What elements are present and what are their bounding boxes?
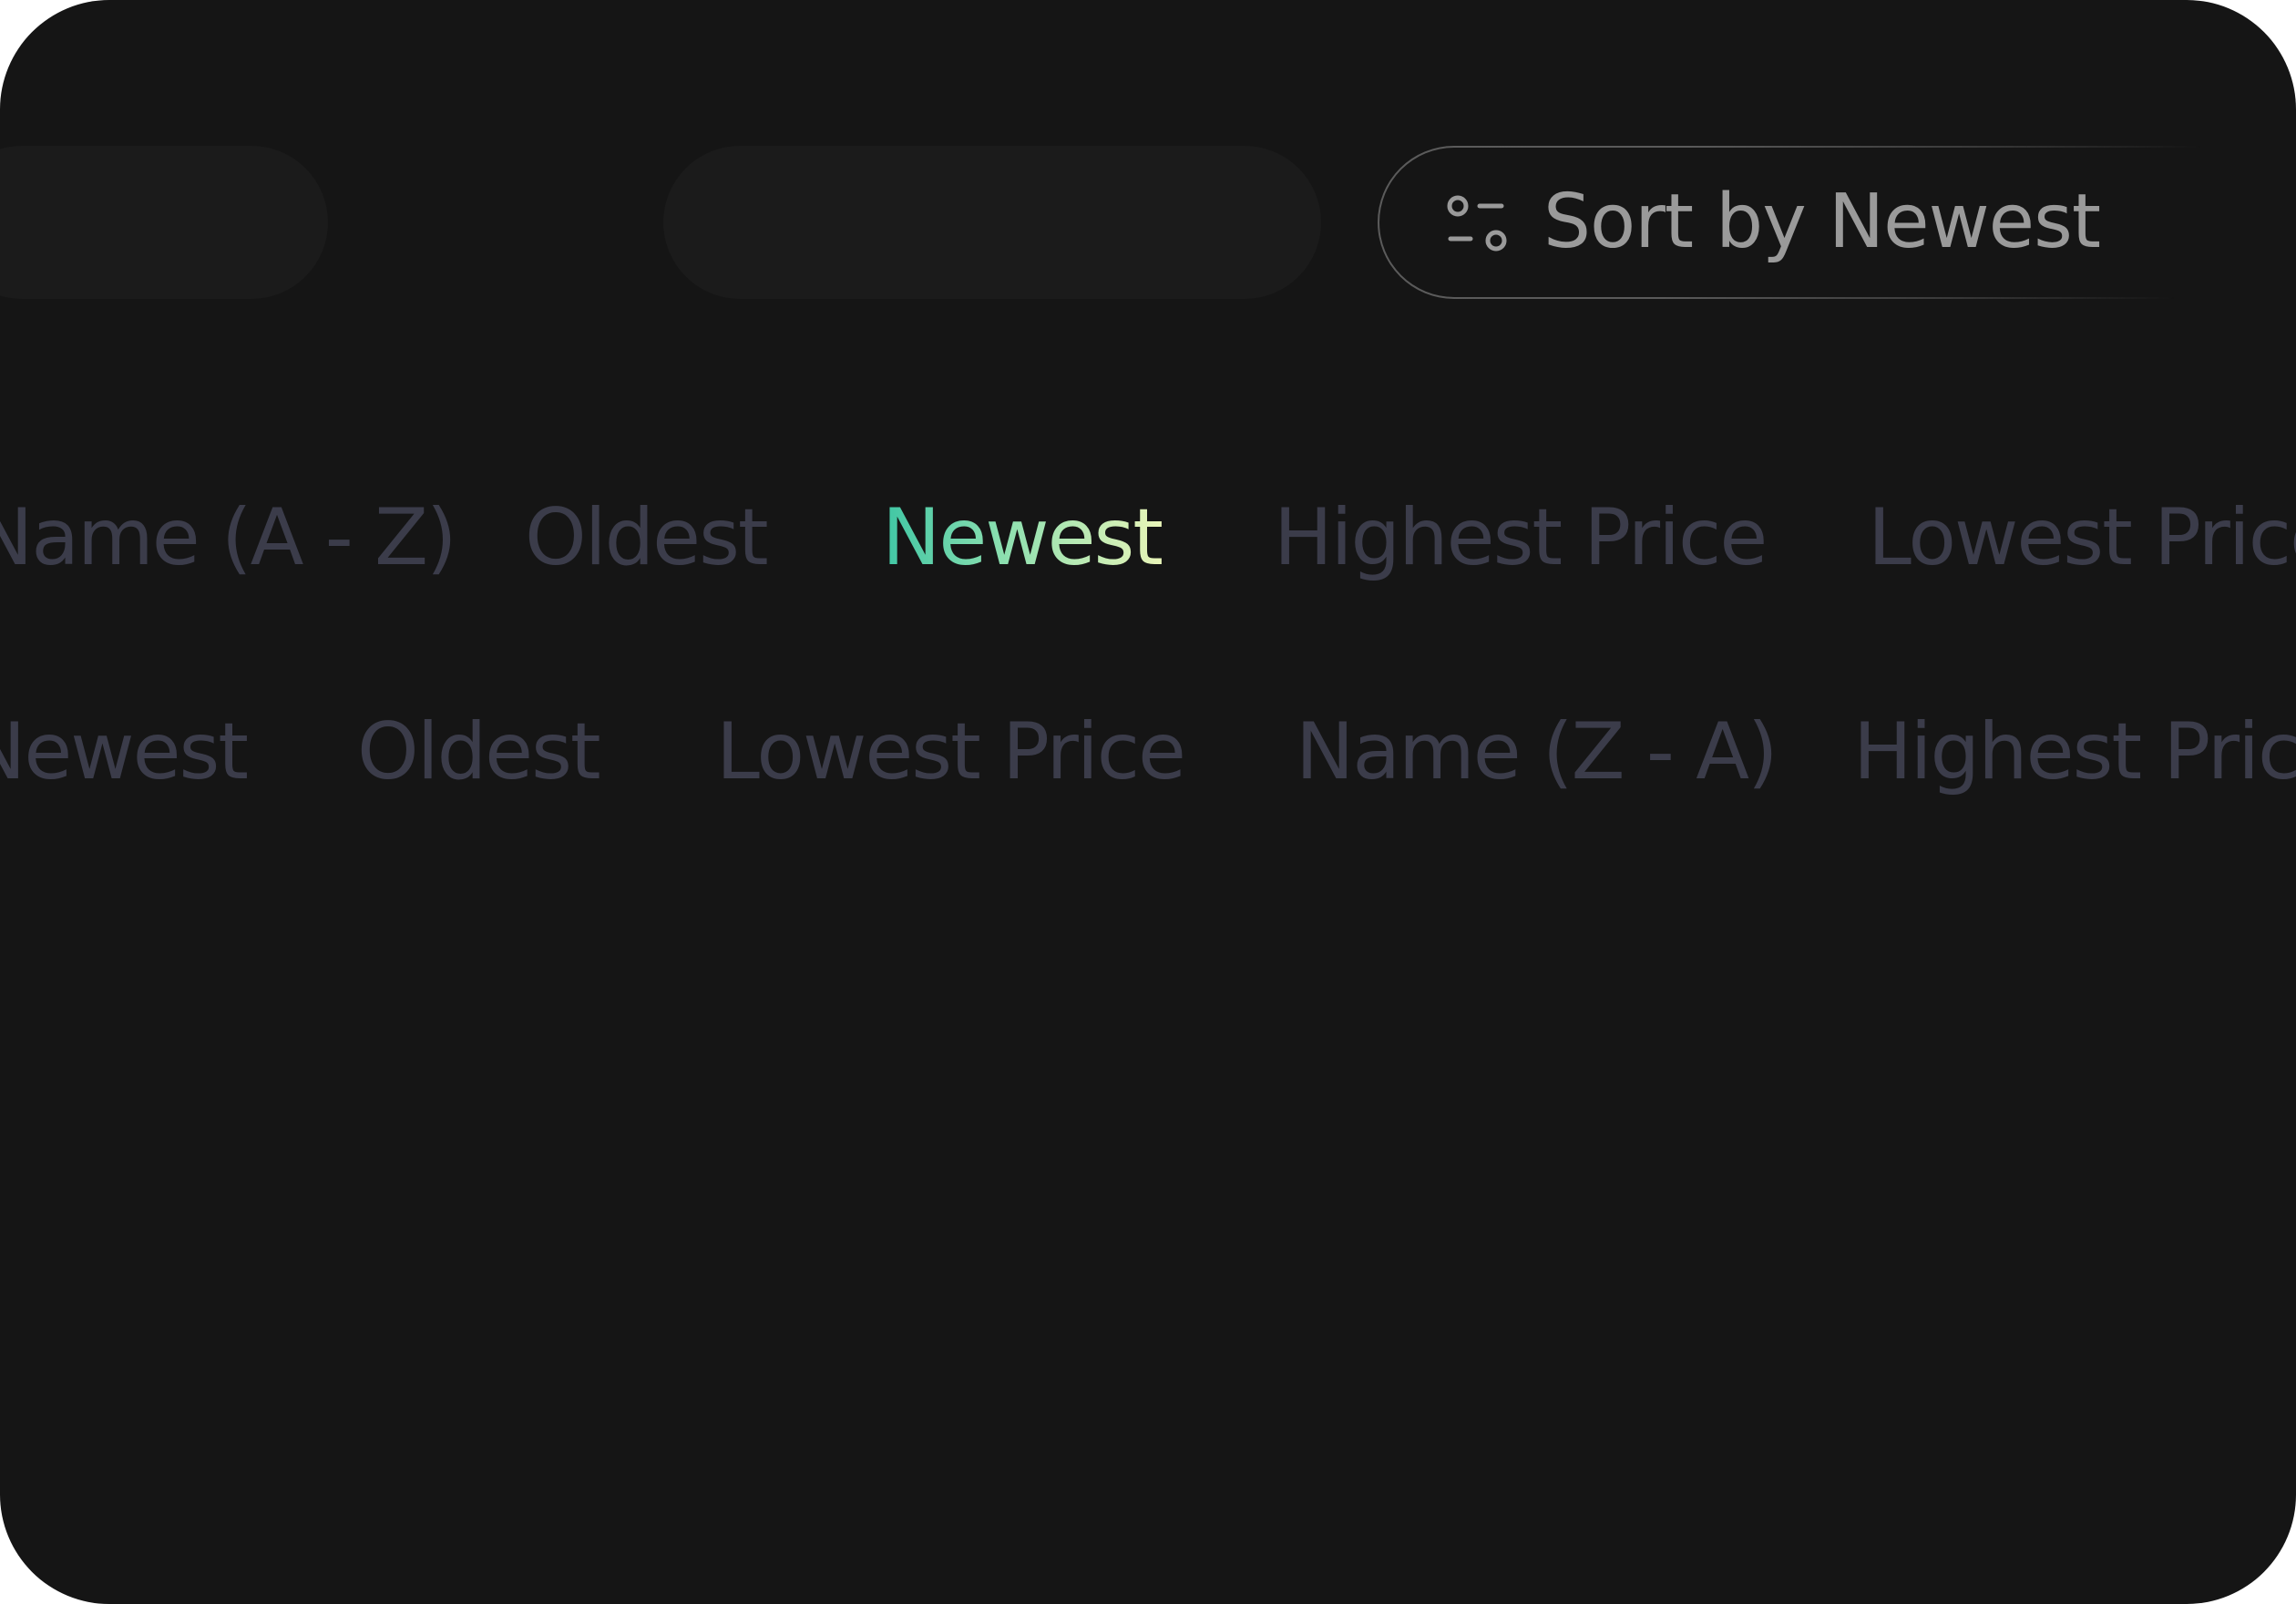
- sort-label-prefix: Sort by: [1543, 179, 1807, 265]
- sort-option-name-z-a[interactable]: Name (Z - A): [1296, 697, 1778, 807]
- sort-button[interactable]: Sort by Newest: [1378, 146, 2296, 299]
- sort-option-lowest-price[interactable]: Lowest Price: [1868, 483, 2296, 592]
- sort-options-row-1: Name (A - Z) Oldest Newest Highest Price…: [0, 483, 2296, 592]
- sort-label-value: Newest: [1828, 179, 2101, 265]
- placeholder-pill-middle: [663, 146, 1321, 299]
- sort-button-label: Sort by Newest: [1543, 148, 2101, 297]
- sort-option-newest-active[interactable]: Newest: [882, 483, 1163, 592]
- sort-option-oldest[interactable]: Oldest: [525, 483, 769, 592]
- sort-option-highest-price[interactable]: Highest Price: [1274, 483, 1768, 592]
- sort-options-row-2: Newest Oldest Lowest Price Name (Z - A) …: [0, 697, 2296, 807]
- sort-option-highest-price[interactable]: Highest Price: [1853, 697, 2296, 807]
- sliders-icon: [1447, 195, 1507, 252]
- sort-option-oldest[interactable]: Oldest: [357, 697, 601, 807]
- sort-option-lowest-price[interactable]: Lowest Price: [716, 697, 1186, 807]
- sort-option-name-a-z[interactable]: Name (A - Z): [0, 483, 457, 592]
- placeholder-pill-left: [0, 146, 328, 299]
- sort-option-newest[interactable]: Newest: [0, 697, 249, 807]
- sort-panel: Sort by Newest Name (A - Z) Oldest Newes…: [0, 0, 2296, 1604]
